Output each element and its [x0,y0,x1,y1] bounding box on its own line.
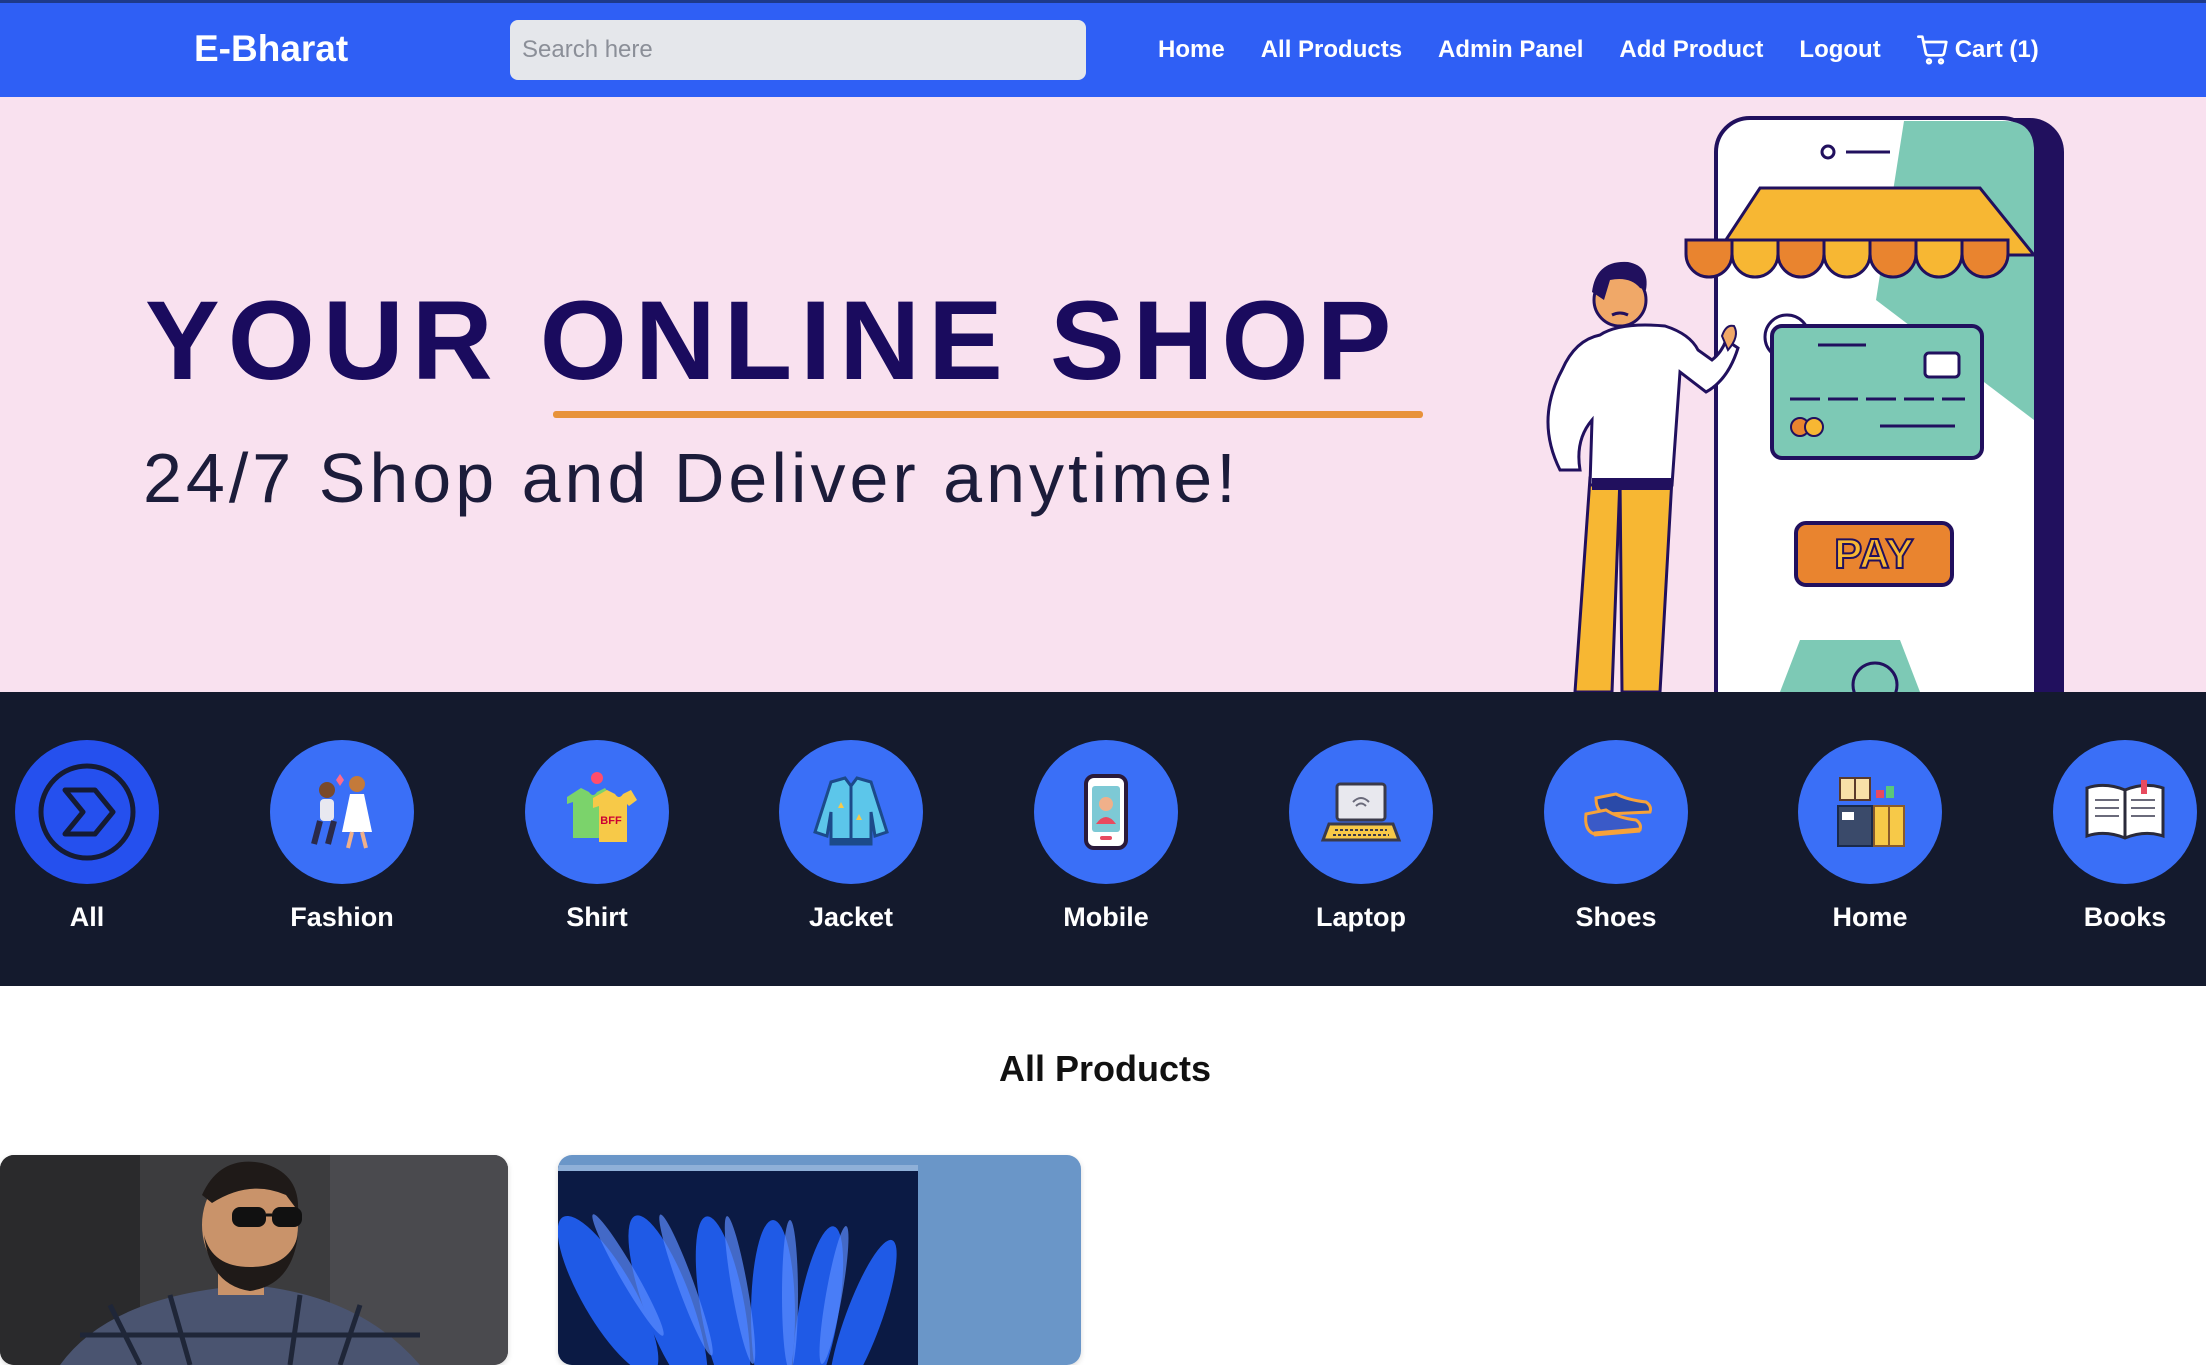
category-label: All [69,902,105,932]
jacket-icon [813,776,889,846]
book-icon [2085,780,2165,840]
category-circle [779,740,923,884]
nav-add-product-link[interactable]: Add Product [1619,36,1763,64]
category-circle: BFF [525,740,669,884]
tshirt-icon: BFF [567,772,637,842]
shop-illustration: PAY [1546,116,2064,692]
category-circle [2053,740,2197,884]
category-all[interactable]: All [15,740,159,933]
nav-links: Home All Products Admin Panel Add Produc… [1158,3,2039,97]
nav-all-products-link[interactable]: All Products [1261,36,1402,64]
category-laptop[interactable]: Laptop [1289,740,1433,933]
product-card[interactable] [0,1155,508,1365]
furniture-icon [1837,777,1905,847]
category-label: Fashion [290,902,394,932]
category-label: Shirt [566,902,628,932]
category-label: Laptop [1316,902,1406,932]
couple-icon [311,774,372,849]
navbar: E-Bharat Home All Products Admin Panel A… [0,3,2206,97]
svg-text:BFF: BFF [600,815,622,827]
category-label: Shoes [1575,902,1657,932]
category-circle [270,740,414,884]
category-shirt[interactable]: BFF Shirt [525,740,669,933]
category-circle [1289,740,1433,884]
search-input[interactable] [510,20,1086,80]
product-card[interactable] [558,1155,1081,1365]
nav-home-link[interactable]: Home [1158,36,1225,64]
arrow-chevron-icon [38,763,136,861]
mobile-icon [1084,774,1128,850]
category-circle [15,740,159,884]
category-label: Mobile [1063,902,1149,932]
category-jacket[interactable]: Jacket [779,740,923,933]
hero-subtitle: 24/7 Shop and Deliver anytime! [143,439,1240,517]
hero-banner: YOUR ONLINE SHOP 24/7 Shop and Deliver a… [0,97,2206,692]
nav-admin-panel-link[interactable]: Admin Panel [1438,36,1583,64]
pay-label: PAY [1834,530,1913,577]
category-circle [1798,740,1942,884]
cart-link[interactable]: Cart (1) [1916,34,2039,66]
category-circle [1034,740,1178,884]
brand-logo[interactable]: E-Bharat [194,28,348,70]
category-books[interactable]: Books [2053,740,2197,933]
laptop-icon [1320,782,1402,842]
category-circle [1544,740,1688,884]
category-home[interactable]: Home [1798,740,1942,933]
hero-underline [553,411,1423,418]
product-image [0,1155,508,1365]
nav-logout-link[interactable]: Logout [1799,36,1880,64]
category-label: Jacket [808,902,894,932]
category-shoes[interactable]: Shoes [1544,740,1688,933]
product-image [558,1155,1081,1365]
category-label: Home [1832,902,1908,932]
category-mobile[interactable]: Mobile [1034,740,1178,933]
category-label: Books [2083,902,2167,932]
category-fashion[interactable]: Fashion [270,740,414,933]
category-strip: All Fashion BFF Shirt Jacket Mobile Lapt… [0,692,2206,986]
cart-icon [1916,35,1948,65]
shoes-icon [1584,792,1652,837]
section-title: All Products [998,1048,1212,1089]
hero-title: YOUR ONLINE SHOP [145,278,1400,403]
cart-label: Cart (1) [1954,36,2039,63]
